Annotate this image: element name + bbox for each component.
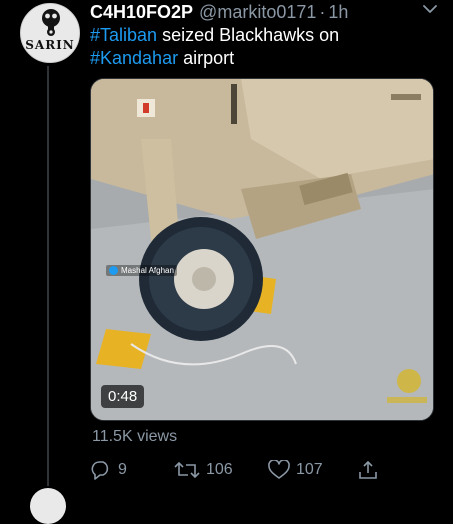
- retweet-count: 106: [206, 461, 233, 478]
- like-button[interactable]: 107: [268, 460, 323, 480]
- reply-button[interactable]: 9: [90, 460, 127, 480]
- retweet-button[interactable]: 106: [174, 460, 233, 480]
- heart-icon: [268, 460, 290, 479]
- tweet-text: #Taliban seized Blackhawks on #Kandahar …: [90, 24, 430, 70]
- timestamp[interactable]: 1h: [328, 2, 348, 23]
- share-button[interactable]: [358, 460, 378, 480]
- next-tweet-avatar[interactable]: [30, 488, 66, 524]
- video-watermark: Mashal Afghan: [106, 265, 177, 276]
- share-icon: [359, 460, 377, 479]
- display-name[interactable]: C4H10FO2P: [90, 2, 193, 23]
- view-count[interactable]: 11.5K views: [92, 428, 177, 446]
- like-count: 107: [296, 461, 323, 478]
- twitter-bird-icon: [109, 266, 118, 275]
- video-duration: 0:48: [101, 385, 145, 408]
- user-handle[interactable]: @markito0171: [199, 2, 316, 23]
- gas-mask-icon: [42, 9, 60, 36]
- separator-dot: ·: [319, 1, 326, 22]
- action-bar: 9 106 107: [90, 460, 390, 490]
- chevron-down-icon[interactable]: [423, 5, 437, 14]
- reply-icon: [91, 461, 109, 480]
- hashtag-kandahar[interactable]: #Kandahar: [90, 48, 178, 68]
- reply-count: 9: [118, 461, 127, 478]
- video-player[interactable]: Mashal Afghan 0:48: [90, 78, 434, 421]
- tweet-text-part2: airport: [178, 48, 235, 68]
- retweet-icon: [174, 461, 200, 479]
- avatar[interactable]: SARIN: [20, 3, 80, 63]
- hashtag-taliban[interactable]: #Taliban: [90, 25, 157, 45]
- video-frame: [91, 79, 433, 420]
- tweet-text-part1: seized Blackhawks on: [157, 25, 340, 45]
- thread-line: [47, 66, 49, 486]
- avatar-text: SARIN: [25, 38, 75, 52]
- tweet-header: C4H10FO2P @markito0171 · 1h: [90, 1, 433, 23]
- watermark-label: Mashal Afghan: [121, 266, 174, 275]
